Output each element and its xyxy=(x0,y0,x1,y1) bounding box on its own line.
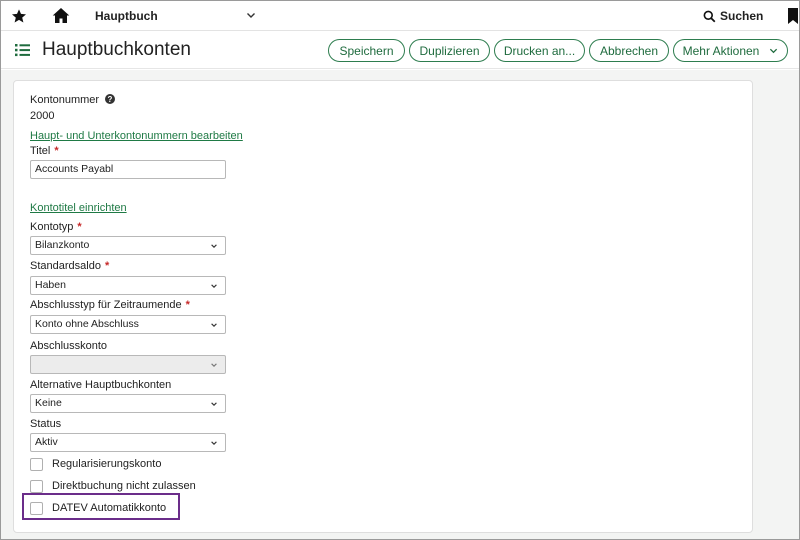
search-icon xyxy=(703,10,716,22)
checkbox-row-no-direct-posting: Direktbuchung nicht zulassen xyxy=(30,479,196,493)
disallow-direct-posting-checkbox[interactable] xyxy=(30,479,43,493)
top-nav-bar: Hauptbuch Suchen xyxy=(1,1,799,31)
required-marker: * xyxy=(185,299,190,311)
regularization-account-checkbox[interactable] xyxy=(30,457,43,471)
status-label: Status xyxy=(30,418,62,430)
regularization-account-label: Regularisierungskonto xyxy=(52,458,162,470)
form-panel: Kontonummer ? 2000 Haupt- und Unterkonto… xyxy=(13,80,753,533)
disallow-direct-posting-label: Direktbuchung nicht zulassen xyxy=(52,480,196,492)
account-number-label: Kontonummer xyxy=(30,94,100,106)
title-label-row: Titel * xyxy=(30,145,59,157)
required-marker: * xyxy=(104,260,110,272)
page-header: Hauptbuchkonten Speichern Duplizieren Dr… xyxy=(1,31,799,69)
chevron-down-icon xyxy=(770,48,778,54)
cancel-button[interactable]: Abbrechen xyxy=(589,39,669,62)
edit-account-numbers-link[interactable]: Haupt- und Unterkontonummern bearbeiten xyxy=(30,130,243,142)
svg-text:?: ? xyxy=(108,95,113,104)
chevron-down-icon xyxy=(211,323,217,327)
account-type-select[interactable]: Bilanzkonto xyxy=(30,236,226,255)
normal-balance-label-row: Standardsaldo * xyxy=(30,260,109,272)
alt-gl-accounts-select[interactable]: Keine xyxy=(30,394,226,413)
star-icon[interactable] xyxy=(11,8,27,24)
chevron-down-icon[interactable] xyxy=(246,10,256,20)
title-label: Titel xyxy=(30,145,51,157)
setup-account-titles-link[interactable]: Kontotitel einrichten xyxy=(30,202,127,214)
content-area: Kontonummer ? 2000 Haupt- und Unterkonto… xyxy=(1,70,799,539)
normal-balance-select[interactable]: Haben xyxy=(30,276,226,295)
account-number-value: 2000 xyxy=(30,110,55,122)
search-button[interactable]: Suchen xyxy=(703,8,763,24)
closing-type-label-row: Abschlusstyp für Zeitraumende * xyxy=(30,299,190,311)
closing-type-label: Abschlusstyp für Zeitraumende xyxy=(30,299,182,311)
chevron-down-icon xyxy=(211,244,217,248)
alt-gl-accounts-value: Keine xyxy=(35,397,62,409)
account-type-label: Kontotyp xyxy=(30,221,74,233)
list-icon xyxy=(15,44,30,57)
print-button[interactable]: Drucken an... xyxy=(494,39,585,62)
home-icon[interactable] xyxy=(52,7,70,24)
closing-type-value: Konto ohne Abschluss xyxy=(35,318,139,330)
chevron-down-icon xyxy=(211,441,217,445)
status-select[interactable]: Aktiv xyxy=(30,433,226,452)
chevron-down-icon xyxy=(211,402,217,406)
more-actions-label: Mehr Aktionen xyxy=(682,43,760,58)
page-title: Hauptbuchkonten xyxy=(42,39,191,60)
normal-balance-label: Standardsaldo xyxy=(30,260,101,272)
normal-balance-value: Haben xyxy=(35,279,66,291)
status-value: Aktiv xyxy=(35,436,58,448)
more-actions-button[interactable]: Mehr Aktionen xyxy=(673,39,788,62)
title-input[interactable]: Accounts Payabl xyxy=(30,160,226,179)
account-type-value: Bilanzkonto xyxy=(35,239,90,251)
closing-type-select[interactable]: Konto ohne Abschluss xyxy=(30,315,226,334)
module-selector-label[interactable]: Hauptbuch xyxy=(95,9,158,23)
bookmark-icon[interactable] xyxy=(787,8,799,24)
save-button[interactable]: Speichern xyxy=(328,39,405,62)
highlight-box xyxy=(22,493,180,520)
help-circle-icon[interactable]: ? xyxy=(105,94,116,104)
closing-account-select xyxy=(30,355,226,374)
search-label: Suchen xyxy=(720,9,764,23)
account-type-label-row: Kontotyp * xyxy=(30,221,82,233)
duplicate-button[interactable]: Duplizieren xyxy=(409,39,490,62)
alt-gl-accounts-label: Alternative Hauptbuchkonten xyxy=(30,379,172,391)
checkbox-row-regularization: Regularisierungskonto xyxy=(30,457,161,471)
chevron-down-icon xyxy=(211,363,217,367)
account-number-label-row: Kontonummer ? xyxy=(30,94,116,106)
closing-account-label: Abschlusskonto xyxy=(30,340,108,352)
required-marker: * xyxy=(77,221,82,233)
required-marker: * xyxy=(54,145,59,157)
chevron-down-icon xyxy=(211,284,217,288)
